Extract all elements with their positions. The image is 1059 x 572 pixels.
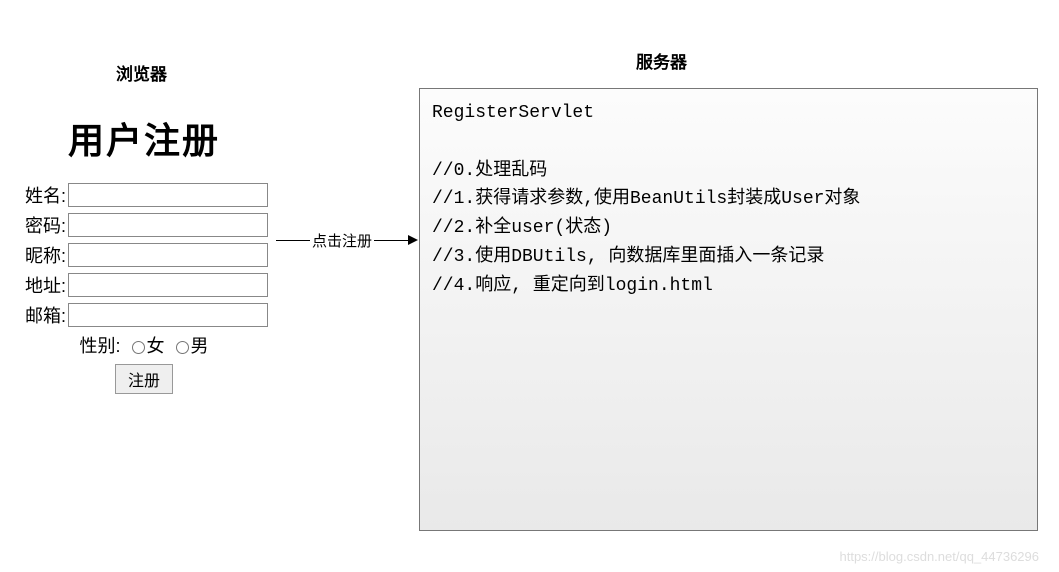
label-password: 密码: bbox=[14, 212, 66, 238]
servlet-line-1: //1.获得请求参数,使用BeanUtils封装成User对象 bbox=[432, 189, 860, 209]
label-address: 地址: bbox=[14, 272, 66, 298]
row-submit: 注册 bbox=[14, 364, 274, 394]
browser-form-section: 用户注册 姓名: 密码: 昵称: 地址: 邮箱: 性别: 女 男 注册 bbox=[14, 54, 274, 394]
servlet-line-3: //3.使用DBUtils, 向数据库里面插入一条记录 bbox=[432, 247, 824, 267]
server-code-box: RegisterServlet //0.处理乱码 //1.获得请求参数,使用Be… bbox=[419, 88, 1038, 531]
arrow: 点击注册 bbox=[276, 228, 418, 252]
row-email: 邮箱: bbox=[14, 302, 274, 328]
watermark: https://blog.csdn.net/qq_44736296 bbox=[840, 549, 1040, 564]
row-gender: 性别: 女 男 bbox=[14, 332, 274, 358]
label-male: 男 bbox=[191, 336, 209, 356]
arrow-label: 点击注册 bbox=[310, 230, 374, 251]
radio-male[interactable] bbox=[176, 341, 189, 354]
label-name: 姓名: bbox=[14, 182, 66, 208]
row-nickname: 昵称: bbox=[14, 242, 274, 268]
input-email[interactable] bbox=[68, 303, 268, 327]
server-label: 服务器 bbox=[636, 48, 687, 73]
input-nickname[interactable] bbox=[68, 243, 268, 267]
label-gender: 性别: bbox=[79, 336, 120, 356]
row-password: 密码: bbox=[14, 212, 274, 238]
arrow-line-left bbox=[276, 240, 310, 241]
submit-button[interactable]: 注册 bbox=[115, 364, 173, 394]
input-password[interactable] bbox=[68, 213, 268, 237]
row-address: 地址: bbox=[14, 272, 274, 298]
arrow-head-icon bbox=[408, 235, 418, 245]
form-title: 用户注册 bbox=[14, 112, 274, 164]
input-address[interactable] bbox=[68, 273, 268, 297]
label-nickname: 昵称: bbox=[14, 242, 66, 268]
input-name[interactable] bbox=[68, 183, 268, 207]
servlet-line-2: //2.补全user(状态) bbox=[432, 218, 612, 238]
servlet-line-4: //4.响应, 重定向到login.html bbox=[432, 276, 713, 296]
row-name: 姓名: bbox=[14, 182, 274, 208]
arrow-line-right bbox=[374, 240, 408, 241]
servlet-title: RegisterServlet bbox=[432, 103, 594, 123]
label-female: 女 bbox=[147, 336, 165, 356]
servlet-line-0: //0.处理乱码 bbox=[432, 161, 547, 181]
radio-female[interactable] bbox=[132, 341, 145, 354]
label-email: 邮箱: bbox=[14, 302, 66, 328]
